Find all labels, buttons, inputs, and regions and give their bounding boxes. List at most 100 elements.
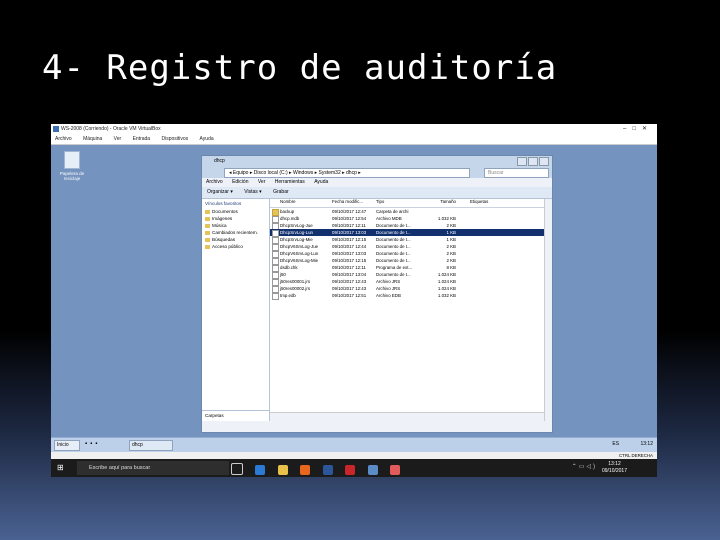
file-row[interactable]: DhcpV6SrvLog-Jue 09/10/2017 12:44 Document… [270,243,552,251]
nav-item-musica[interactable]: Música [202,222,269,229]
host-search-box[interactable]: Escribe aquí para buscar [77,461,229,475]
window-controls[interactable]: –□✕ [623,124,653,134]
file-type: Programa de ext... [376,265,413,270]
folders-toggle[interactable]: Carpetas [202,410,272,421]
burn-button[interactable]: Grabar [273,189,289,195]
file-type: Documento de t... [376,230,411,235]
recycle-bin-label: Papelera de reciclaje [59,171,85,181]
file-row[interactable]: j50res00002.jrs 09/10/2017 12:43 Archivo J… [270,285,552,293]
views-button[interactable]: Vistas ▾ [244,189,261,195]
nav-item-recientes[interactable]: Cambiados recientem. [202,229,269,236]
file-date: 09/10/2017 12:51 [332,293,367,298]
file-name: DhcpSrvLog-Mie [280,237,313,242]
file-row[interactable]: DhcpV6SrvLog-Lun 09/10/2017 13:03 Document… [270,250,552,258]
file-type: Documento de t... [376,258,411,263]
file-size: 1.032 KB [437,293,456,298]
file-list: Nombre Fecha modific... Tipo Tamaño Etiq… [270,199,552,421]
pinned-apps [231,462,408,477]
file-type: Documento de t... [376,272,411,277]
file-row[interactable]: DhcpSrvLog-Mie 09/10/2017 12:15 Documento … [270,236,552,244]
file-row[interactable]: j50 09/10/2017 13:04 Documento de t... 1.02… [270,271,552,279]
status-bar [202,421,552,432]
file-row[interactable]: j50res00001.jrs 09/10/2017 12:43 Archivo J… [270,278,552,286]
horizontal-scrollbar[interactable] [270,412,552,421]
explorer-menubar: Archivo Edición Ver Herramientas Ayuda [202,178,552,187]
col-type[interactable]: Tipo [376,199,384,204]
file-row[interactable]: DhcpSrvLog-Lun 09/10/2017 13:03 Documento … [270,229,552,237]
pdf-icon[interactable] [345,465,356,475]
nav-item-publico[interactable]: Acceso público [202,243,269,250]
language-indicator[interactable]: ES [612,441,619,447]
file-date: 09/10/2017 12:11 [332,223,366,228]
file-name: DhcpSrvLog-Lun [280,230,313,235]
address-bar: ◂ Equipo ▸ Disco local (C:) ▸ Windows ▸ … [202,166,552,178]
file-size: 1.024 KB [437,272,456,277]
task-view-icon[interactable] [231,463,243,475]
nav-item-documentos[interactable]: Documentos [202,208,269,215]
taskbar-dhcp-button[interactable]: dhcp [129,440,173,451]
file-type: Documento de t... [376,237,411,242]
vb-menu-ayuda[interactable]: Ayuda [200,136,214,142]
host-taskbar: ⊞ Escribe aquí para buscar ⌃▭◁) 13:12 09… [51,459,657,477]
file-date: 09/10/2017 13:03 [332,230,367,235]
organize-button[interactable]: Organizar ▾ [207,189,233,195]
virtualbox-app-icon[interactable] [367,465,378,475]
file-row[interactable]: dhcp.mdb 09/10/2017 12:54 Archivo MDB 1.032… [270,215,552,223]
vb-menu-ver[interactable]: Ver [114,136,122,142]
virtualbox-statusbar: CTRL DERECHA [51,452,657,459]
col-date[interactable]: Fecha modific... [332,199,363,204]
menu-edicion[interactable]: Edición [232,179,248,185]
file-row[interactable]: DhcpV6SrvLog-Mie 09/10/2017 12:15 Document… [270,257,552,265]
col-size[interactable]: Tamaño [426,199,456,204]
file-type: Archivo MDB [376,216,402,221]
file-row[interactable]: backup 09/10/2017 12:47 Carpeta de archi [270,208,552,216]
col-tags[interactable]: Etiquetas [470,199,488,204]
explorer-window: dhcp ◂ Equipo ▸ Disco local (C:) ▸ Windo… [201,155,553,433]
file-row[interactable]: tmp.edb 09/10/2017 12:51 Archivo EDB 1.032 … [270,292,552,300]
virtualbox-menubar: Archivo Máquina Ver Entrada Dispositivos… [51,134,657,145]
file-name: tmp.edb [280,293,296,298]
file-name: j50 [280,272,286,277]
recycle-bin[interactable]: Papelera de reciclaje [57,151,87,181]
file-name: DhcpV6SrvLog-Mie [280,258,319,263]
vb-menu-archivo[interactable]: Archivo [55,136,72,142]
file-explorer-icon[interactable] [277,465,288,475]
vb-menu-maquina[interactable]: Máquina [83,136,102,142]
quick-launch-icons[interactable]: ▪▪▪ [85,441,100,447]
maximize-button[interactable] [528,157,538,166]
menu-ayuda[interactable]: Ayuda [314,179,328,185]
file-name: j50res00002.jrs [280,286,311,291]
host-time: 13:12 [608,461,621,467]
file-size: 2 KB [446,258,456,263]
file-date: 09/10/2017 12:43 [332,279,367,284]
edge-icon[interactable] [255,465,266,475]
column-headers: Nombre Fecha modific... Tipo Tamaño Etiq… [270,199,552,208]
firefox-icon[interactable] [300,465,311,475]
file-type: Documento de t... [376,251,411,256]
vertical-scrollbar[interactable] [544,199,552,421]
close-button[interactable] [539,157,549,166]
menu-ver[interactable]: Ver [258,179,266,185]
file-row[interactable]: DhcpSrvLog-Jue 09/10/2017 12:11 Documento … [270,222,552,230]
menu-archivo[interactable]: Archivo [206,179,223,185]
nav-item-busquedas[interactable]: Búsquedas [202,236,269,243]
file-size: 2 KB [446,223,456,228]
windows-start-icon[interactable]: ⊞ [57,464,65,472]
navigation-pane: Vínculos favoritos Documentos Imágenes M… [202,199,272,421]
word-icon[interactable] [322,465,333,475]
col-name[interactable]: Nombre [280,199,296,204]
paint-icon[interactable] [390,465,401,475]
file-date: 09/10/2017 12:15 [332,258,367,263]
search-input[interactable]: Buscar [484,168,549,178]
system-tray-icons[interactable]: ⌃▭◁) [572,463,597,470]
vb-menu-dispositivos[interactable]: Dispositivos [161,136,188,142]
menu-herramientas[interactable]: Herramientas [275,179,305,185]
file-name: j50res00001.jrs [280,279,311,284]
minimize-button[interactable] [517,157,527,166]
address-field[interactable]: ◂ Equipo ▸ Disco local (C:) ▸ Windows ▸ … [224,168,470,178]
nav-item-imagenes[interactable]: Imágenes [202,215,269,222]
virtualbox-titlebar: WS-2008 (Corriendo) - Oracle VM VirtualB… [51,124,657,134]
start-button[interactable]: Inicio [54,440,80,451]
vb-menu-entrada[interactable]: Entrada [133,136,151,142]
file-row[interactable]: dsdb.chk 09/10/2017 12:11 Programa de ext.… [270,264,552,272]
